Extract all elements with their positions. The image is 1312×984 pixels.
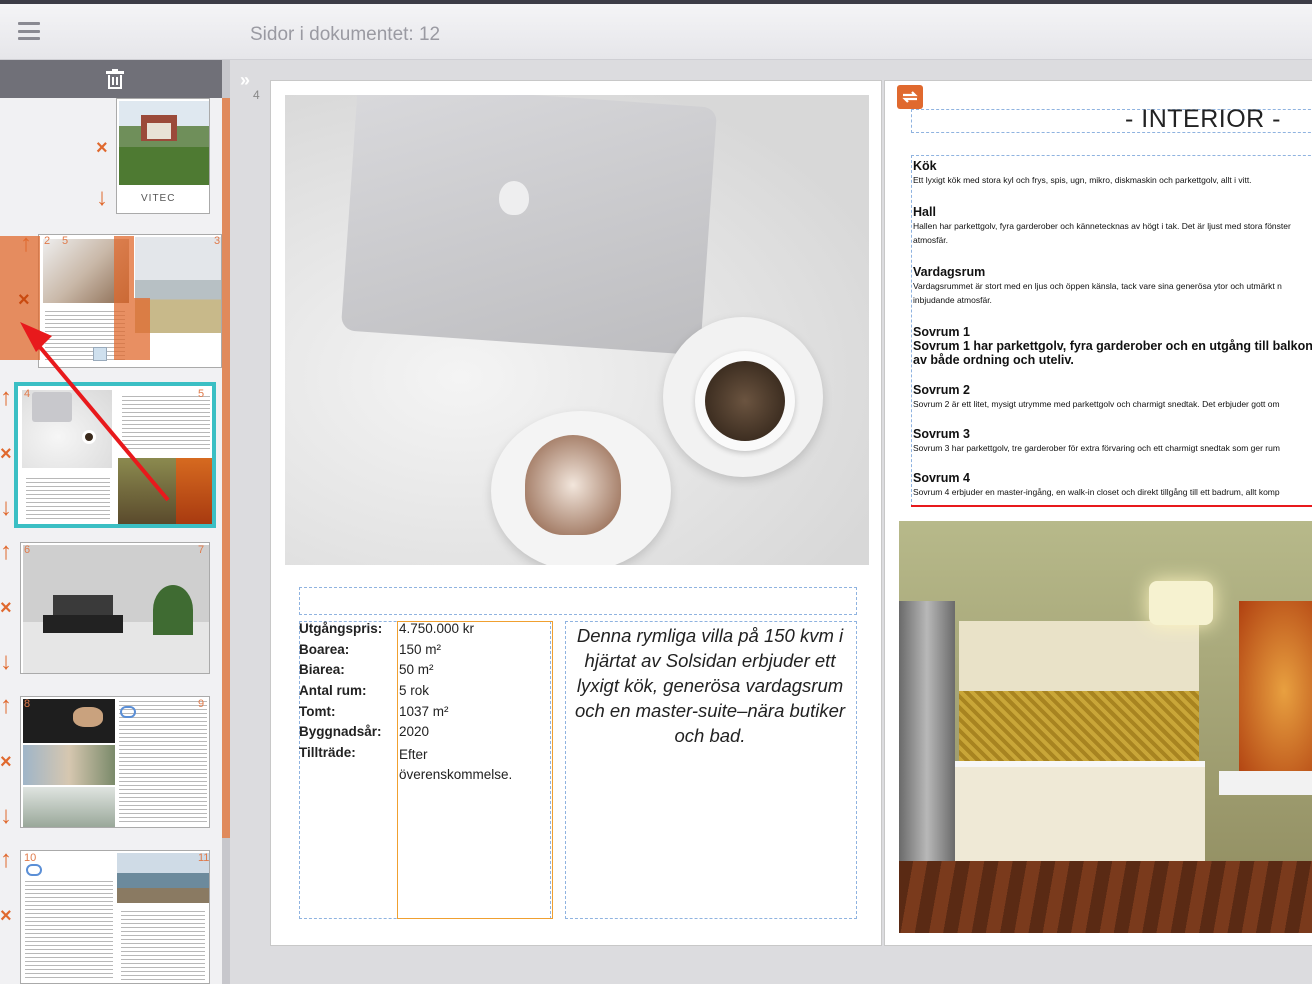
text-frame[interactable] [299, 587, 857, 615]
facts-row: Boarea: 150 m² [299, 641, 442, 657]
arrow-down-icon[interactable]: ↓ [0, 804, 12, 828]
document-page-count: Sidor i dokumentet: 12 [250, 24, 441, 45]
link-icon[interactable] [120, 706, 136, 718]
document-page-right[interactable]: - INTERIOR - Kök Ett lyxigt kök med stora… [884, 80, 1312, 946]
lamp-image [1149, 581, 1213, 625]
room-item: Kök Ett lyxigt kök med stora kyl och frys… [913, 159, 1252, 185]
arrow-up-icon[interactable]: ↑ [0, 540, 12, 564]
upper-cabinets-image [959, 621, 1199, 691]
collapse-icon[interactable]: » [240, 70, 250, 91]
sync-icon[interactable] [897, 85, 923, 109]
current-page-number: 4 [253, 88, 260, 102]
facts-table: Utgångspris: 4.750.000 kr Boarea: 150 m² B… [299, 621, 549, 785]
apple-logo-image [499, 181, 529, 215]
mural-image [1239, 601, 1312, 781]
facts-row: Byggnadsår: 2020 [299, 724, 430, 740]
page-number: 6 [24, 544, 31, 556]
bed-photo[interactable] [285, 95, 869, 565]
section-title: - INTERIOR - [1125, 105, 1281, 133]
floor-image [899, 861, 1312, 933]
thumbnail-spread-10-11[interactable] [20, 850, 210, 984]
facts-row: Tillträde: Efter överenskommelse. [299, 745, 513, 783]
annotation-arrow [20, 322, 170, 502]
delete-x-icon[interactable]: × [0, 752, 12, 772]
room-item: Sovrum 2 Sovrum 2 är ett litet, mysigt ut… [913, 383, 1280, 409]
property-blurb: Denna rymliga villa på 150 kvm i hjärtat… [574, 625, 846, 746]
text-lines [25, 881, 113, 981]
facts-row: Utgångspris: 4.750.000 kr [299, 621, 475, 636]
thumbnail-spread-6-7[interactable] [20, 542, 210, 674]
thumbnail-spread-8-9[interactable] [20, 696, 210, 828]
document-page-left[interactable]: Utgångspris: 4.750.000 kr Boarea: 150 m² B… [270, 80, 882, 946]
text-lines [119, 701, 207, 825]
page-number: 11 [198, 852, 210, 864]
room-item: Vardagsrum Vardagsrummet är stort med en … [913, 265, 1282, 305]
lower-cabinets-image [955, 761, 1205, 861]
page-number: 9 [198, 698, 205, 710]
room-item: Sovrum 1 Sovrum 1 har parkettgolv, fyra g… [913, 325, 1312, 367]
coffee-image [705, 361, 785, 441]
kitchen-photo[interactable] [899, 521, 1312, 933]
text-lines [121, 911, 205, 981]
room-item: Sovrum 4 Sovrum 4 erbjuder en master-ingå… [913, 471, 1280, 497]
laptop-image [340, 95, 718, 356]
arrow-down-icon[interactable]: ↓ [0, 650, 12, 674]
arrow-up-icon[interactable]: ↑ [0, 694, 12, 718]
rooms-list: Kök Ett lyxigt kök med stora kyl och frys… [913, 159, 1312, 509]
page-number: 8 [24, 698, 31, 710]
facts-row: Antal rum: 5 rok [299, 683, 430, 699]
room-item: Sovrum 3 Sovrum 3 har parkettgolv, tre ga… [913, 427, 1280, 453]
page-number: 10 [24, 852, 37, 864]
backsplash-image [959, 691, 1199, 761]
arrow-up-icon[interactable]: ↑ [0, 848, 12, 872]
delete-x-icon[interactable]: × [0, 906, 12, 926]
table-image [1219, 771, 1312, 795]
link-icon[interactable] [26, 864, 42, 876]
page-number: 7 [198, 544, 205, 556]
room-item: Hall Hallen har parkettgolv, fyra gardero… [913, 205, 1291, 245]
delete-x-icon[interactable]: × [0, 598, 12, 618]
cake-image [525, 435, 621, 535]
overflow-indicator [911, 505, 1312, 507]
facts-row: Biarea: 50 m² [299, 662, 434, 678]
facts-row: Tomt: 1037 m² [299, 703, 449, 719]
